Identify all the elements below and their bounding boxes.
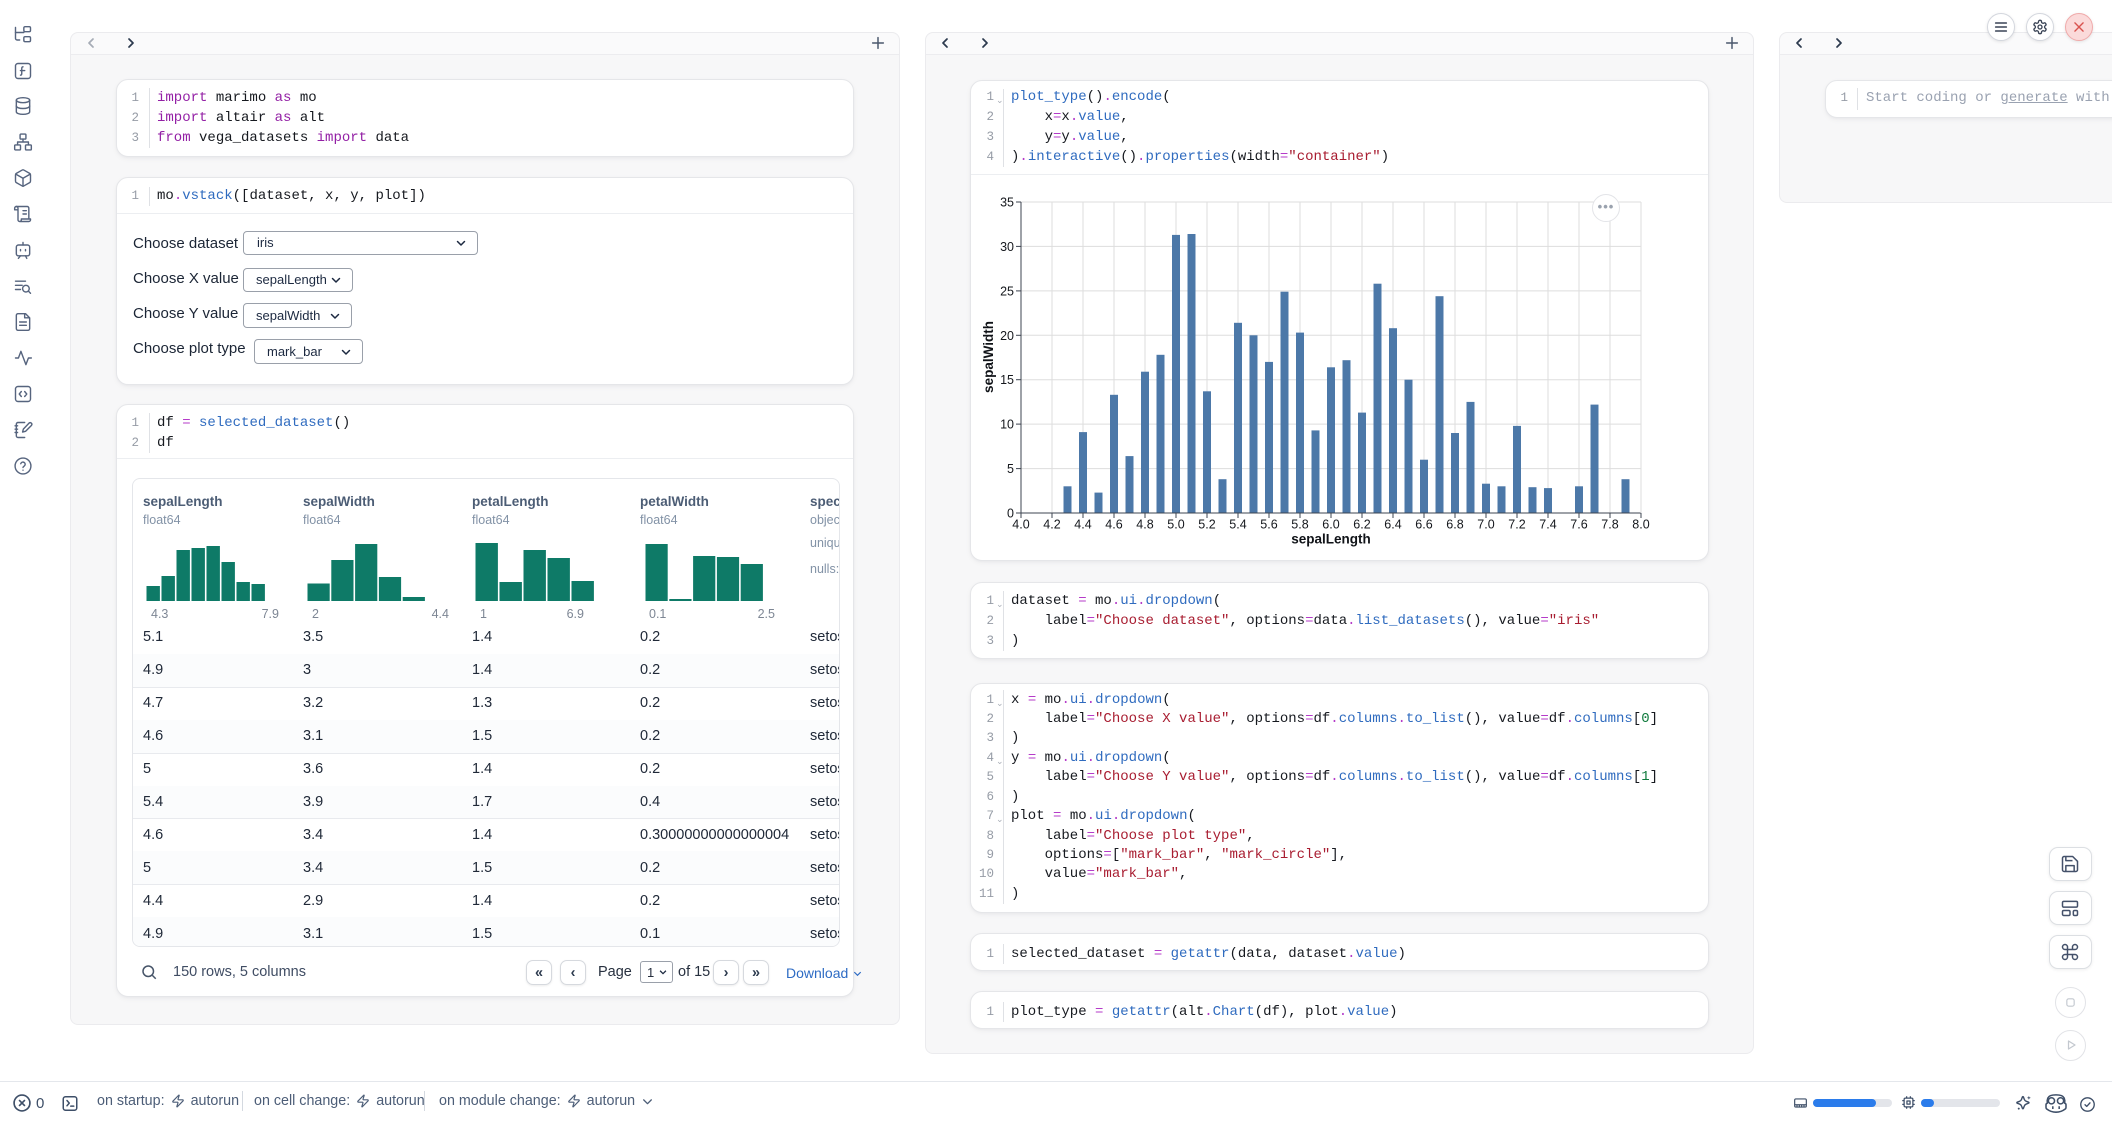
- svg-text:5: 5: [1007, 462, 1014, 476]
- svg-text:6.6: 6.6: [1415, 518, 1432, 532]
- svg-text:30: 30: [1000, 240, 1014, 254]
- svg-text:5.6: 5.6: [1260, 518, 1277, 532]
- svg-text:7.4: 7.4: [1539, 518, 1556, 532]
- svg-text:sepalLength: sepalLength: [1291, 532, 1371, 547]
- svg-text:6.4: 6.4: [1384, 518, 1401, 532]
- svg-text:4.6: 4.6: [1105, 518, 1122, 532]
- svg-text:5.4: 5.4: [1229, 518, 1246, 532]
- svg-text:4.4: 4.4: [1074, 518, 1091, 532]
- svg-text:20: 20: [1000, 329, 1014, 343]
- svg-text:sepalWidth: sepalWidth: [981, 321, 996, 393]
- svg-text:4.0: 4.0: [1012, 518, 1029, 532]
- svg-text:6.0: 6.0: [1322, 518, 1339, 532]
- svg-text:15: 15: [1000, 373, 1014, 387]
- svg-text:6.8: 6.8: [1446, 518, 1463, 532]
- svg-text:7.6: 7.6: [1570, 518, 1587, 532]
- svg-text:8.0: 8.0: [1632, 518, 1649, 532]
- svg-text:0: 0: [1007, 507, 1014, 521]
- svg-text:7.8: 7.8: [1601, 518, 1618, 532]
- svg-text:4.2: 4.2: [1043, 518, 1060, 532]
- svg-text:7.2: 7.2: [1508, 518, 1525, 532]
- svg-text:5.8: 5.8: [1291, 518, 1308, 532]
- svg-text:5.0: 5.0: [1167, 518, 1184, 532]
- svg-text:25: 25: [1000, 284, 1014, 298]
- svg-text:35: 35: [1000, 196, 1014, 210]
- svg-text:7.0: 7.0: [1477, 518, 1494, 532]
- svg-text:10: 10: [1000, 418, 1014, 432]
- svg-text:5.2: 5.2: [1198, 518, 1215, 532]
- svg-text:6.2: 6.2: [1353, 518, 1370, 532]
- svg-text:4.8: 4.8: [1136, 518, 1153, 532]
